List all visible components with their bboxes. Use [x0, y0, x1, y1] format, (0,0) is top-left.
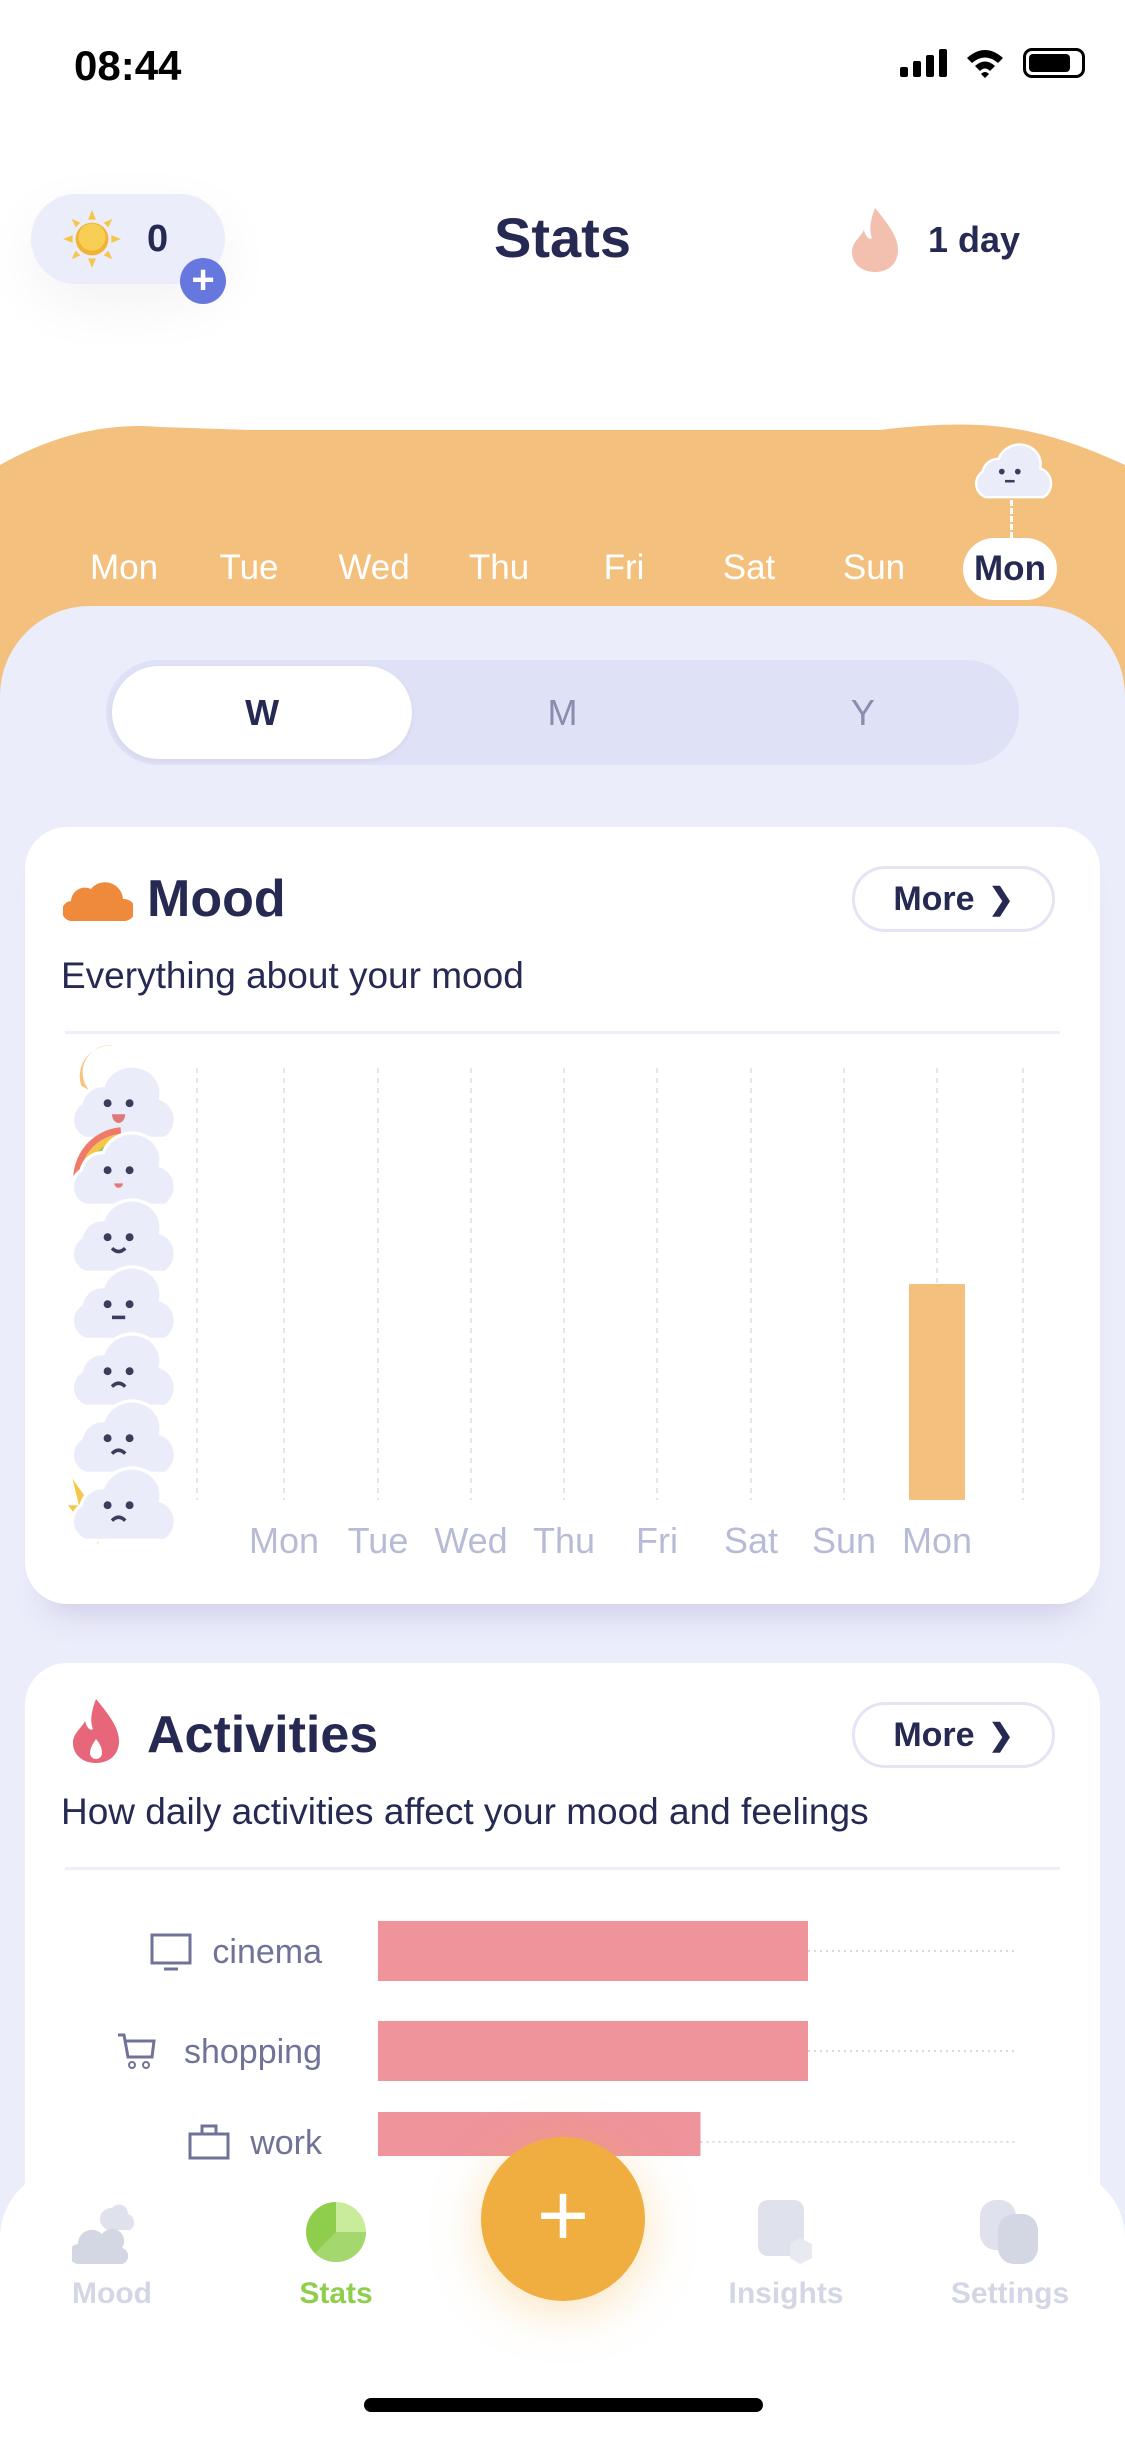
- briefcase-icon: [188, 2124, 230, 2160]
- signal-icon: [900, 49, 947, 77]
- activity-label: work: [249, 2124, 323, 2162]
- x-tick-label: Mon: [902, 1520, 972, 1561]
- x-tick-label: Tue: [348, 1520, 409, 1561]
- day-label[interactable]: Wed: [324, 548, 424, 588]
- nav-insights[interactable]: Insights: [696, 2200, 876, 2311]
- nav-mood[interactable]: Mood: [22, 2200, 202, 2311]
- wifi-icon: [967, 50, 1003, 78]
- mood-level-4-icon: [70, 1265, 177, 1342]
- tab-week[interactable]: W: [112, 666, 413, 759]
- activity-label: shopping: [184, 2033, 322, 2071]
- home-indicator: [364, 2398, 763, 2412]
- tab-month[interactable]: M: [412, 666, 712, 759]
- mood-level-6-icon: [70, 1127, 177, 1208]
- activity-bar[interactable]: [378, 1921, 808, 1981]
- nav-stats[interactable]: Stats: [246, 2200, 426, 2311]
- mood-level-7-icon: [70, 1045, 177, 1141]
- mood-level-2-icon: [70, 1399, 177, 1476]
- monitor-icon: [150, 1933, 192, 1971]
- selected-day[interactable]: Mon: [963, 538, 1057, 600]
- nav-settings[interactable]: Settings: [920, 2200, 1100, 2311]
- tab-year[interactable]: Y: [713, 666, 1013, 759]
- day-label[interactable]: Sat: [699, 548, 799, 588]
- mood-chart: Mon Tue Wed Thu Fri Sat Sun Mon: [68, 1045, 1024, 1561]
- mood-level-3-icon: [70, 1332, 177, 1409]
- x-tick-label: Fri: [636, 1520, 678, 1561]
- selected-day-label: Mon: [974, 549, 1046, 588]
- flame-icon: [852, 208, 898, 272]
- battery-icon: [1023, 48, 1085, 78]
- neutral-mood-cloud-icon: [974, 443, 1053, 499]
- day-label[interactable]: Sun: [824, 548, 924, 588]
- x-tick-label: Wed: [434, 1520, 507, 1561]
- nav-label: Stats: [299, 2277, 373, 2310]
- streak-indicator: 1 day: [850, 208, 1020, 272]
- mood-level-1-icon: [68, 1466, 177, 1545]
- mood-level-5-icon: [70, 1198, 177, 1275]
- nav-label: Mood: [72, 2277, 152, 2310]
- x-tick-label: Thu: [533, 1520, 595, 1561]
- x-tick-label: Mon: [249, 1520, 319, 1561]
- status-time: 08:44: [74, 42, 182, 89]
- day-label[interactable]: Fri: [574, 548, 674, 588]
- settings-icon: [980, 2200, 1038, 2264]
- cloud-icon: [68, 2204, 135, 2265]
- insights-icon: [758, 2200, 812, 2264]
- activity-bar[interactable]: [378, 2021, 808, 2081]
- activity-label: cinema: [212, 1933, 322, 1971]
- streak-label: 1 day: [928, 219, 1021, 260]
- nav-label: Insights: [728, 2277, 844, 2310]
- day-label[interactable]: Tue: [199, 548, 299, 588]
- x-tick-label: Sat: [724, 1520, 778, 1561]
- day-label[interactable]: Thu: [449, 548, 549, 588]
- status-icons: [900, 48, 1085, 78]
- nav-label: Settings: [950, 2277, 1070, 2310]
- x-tick-label: Sun: [812, 1520, 876, 1561]
- cart-icon: [118, 2033, 156, 2069]
- add-entry-button[interactable]: +: [481, 2137, 645, 2301]
- mood-card: Mood More ❯ Everything about your mood Mo…: [25, 827, 1100, 1604]
- mood-bar[interactable]: [909, 1284, 965, 1500]
- period-segmented-control[interactable]: W M Y: [106, 660, 1019, 765]
- pie-icon: [306, 2202, 366, 2262]
- neutral-mood-cloud: [974, 443, 1053, 499]
- day-label[interactable]: Mon: [74, 548, 174, 588]
